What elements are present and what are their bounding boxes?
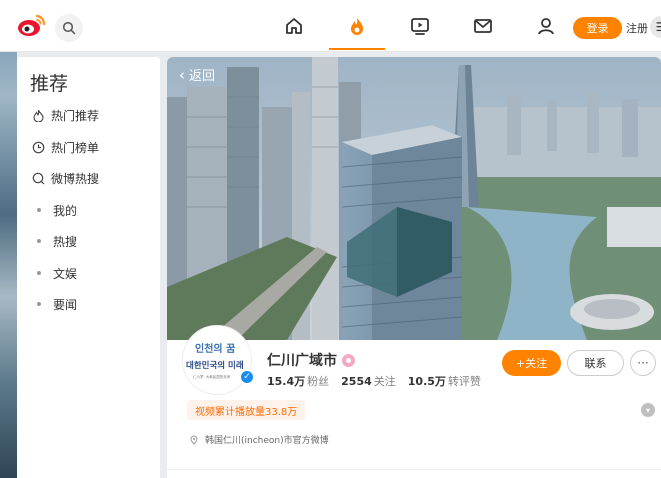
- location-pin-icon: [189, 434, 199, 445]
- bullet-dot: [37, 271, 41, 275]
- sidebar-item-label: 文娱: [53, 266, 78, 281]
- sidebar-item-label: 微博热搜: [51, 171, 100, 186]
- avatar-logo-text: 인천의 꿈: [195, 342, 235, 355]
- search-icon[interactable]: [55, 14, 83, 42]
- active-tab-indicator: [329, 48, 385, 50]
- sidebar-item-weibo-hot-search[interactable]: 微博热搜: [31, 168, 99, 188]
- profile-name: 仁川广域市: [267, 350, 355, 370]
- contact-button[interactable]: 联系: [567, 350, 624, 376]
- sidebar-title: 推荐: [30, 73, 69, 95]
- more-options-button[interactable]: ···: [630, 350, 656, 376]
- mail-icon[interactable]: [471, 14, 495, 38]
- divider: [167, 469, 661, 470]
- profile-name-text: 仁川广域市: [267, 353, 337, 369]
- bullet-dot: [37, 208, 41, 212]
- member-badge-icon[interactable]: [342, 353, 355, 367]
- sidebar-item-hot-list[interactable]: 热门榜单: [31, 137, 99, 157]
- avatar-logo-text: 대한민국의 미래: [186, 360, 244, 371]
- location-text: 韩国仁川(incheon)市官方微博: [205, 436, 329, 446]
- following-stat[interactable]: 2554 关注: [341, 373, 396, 389]
- clock-icon: [31, 140, 45, 154]
- hot-icon[interactable]: [345, 14, 369, 38]
- verified-badge-icon: ✓: [239, 369, 255, 385]
- background-photo-edge: [0, 0, 17, 478]
- home-icon[interactable]: [282, 14, 306, 38]
- bullet-dot: [37, 239, 41, 243]
- sidebar-item-entertainment[interactable]: 文娱: [31, 263, 77, 283]
- cover-image: [167, 57, 661, 340]
- profile-card: ‹ 返回 인천의 꿈 대한민국의 미래 仁川梦, 大韩民国的未来 ✓ 仁川广域市…: [167, 57, 661, 478]
- sidebar-item-label: 要闻: [53, 297, 78, 312]
- sidebar-item-news[interactable]: 要闻: [31, 294, 77, 314]
- sidebar-item-mine[interactable]: 我的: [31, 200, 77, 220]
- hot-recommend-icon: [31, 108, 45, 122]
- avatar-logo-text: 仁川梦, 大韩民国的未来: [193, 374, 231, 379]
- register-link[interactable]: 注册: [626, 20, 648, 36]
- avatar[interactable]: 인천의 꿈 대한민국의 미래 仁川梦, 大韩民国的未来: [182, 325, 252, 395]
- likes-stat: 10.5万 转评赞: [407, 375, 481, 388]
- profile-stats: 15.4万 粉丝 2554 关注 10.5万 转评赞: [267, 373, 481, 389]
- user-icon[interactable]: [534, 14, 558, 38]
- followers-stat[interactable]: 15.4万 粉丝: [267, 373, 329, 389]
- login-button[interactable]: 登录: [573, 17, 622, 39]
- sidebar-item-hot-search[interactable]: 热搜: [31, 231, 77, 251]
- sidebar-item-label: 热搜: [53, 234, 78, 249]
- menu-icon[interactable]: ☰: [650, 16, 661, 38]
- top-nav-bar: 登录 注册 ☰: [0, 0, 661, 52]
- video-views-tag: 视频累计播放量33.8万: [187, 400, 306, 420]
- sidebar-item-label: 热门榜单: [51, 140, 100, 155]
- chevron-down-icon[interactable]: ▾: [641, 403, 655, 417]
- sidebar: 推荐 热门推荐 热门榜单 微博热搜 我的 热搜 文娱 要闻: [17, 57, 160, 478]
- chevron-left-icon: ‹: [179, 65, 185, 84]
- back-button[interactable]: ‹ 返回: [179, 65, 216, 85]
- video-icon[interactable]: [408, 14, 432, 38]
- follow-button[interactable]: +关注: [502, 350, 561, 376]
- sidebar-item-hot-recommend[interactable]: 热门推荐: [31, 105, 99, 125]
- weibo-logo-icon[interactable]: [17, 12, 47, 38]
- profile-location: 韩国仁川(incheon)市官方微博: [189, 433, 329, 446]
- sidebar-item-label: 我的: [53, 203, 78, 218]
- bullet-dot: [37, 302, 41, 306]
- search-icon: [31, 171, 45, 185]
- back-label: 返回: [189, 69, 216, 84]
- sidebar-item-label: 热门推荐: [51, 108, 100, 123]
